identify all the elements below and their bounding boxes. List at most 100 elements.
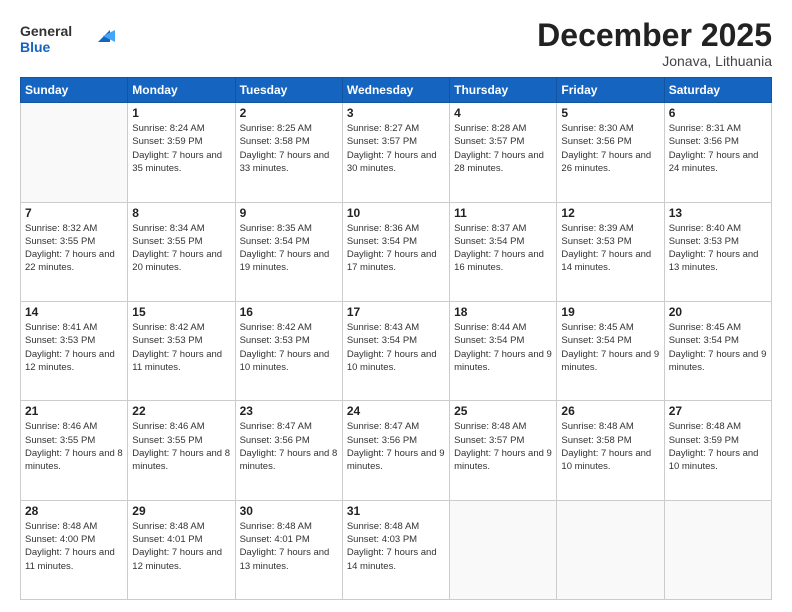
calendar-cell — [664, 500, 771, 599]
day-number: 16 — [240, 305, 338, 319]
cell-sun-info: Sunrise: 8:40 AMSunset: 3:53 PMDaylight:… — [669, 222, 767, 275]
weekday-header-thursday: Thursday — [450, 78, 557, 103]
calendar-cell: 19Sunrise: 8:45 AMSunset: 3:54 PMDayligh… — [557, 301, 664, 400]
cell-sun-info: Sunrise: 8:48 AMSunset: 3:59 PMDaylight:… — [669, 420, 767, 473]
weekday-header-sunday: Sunday — [21, 78, 128, 103]
cell-sun-info: Sunrise: 8:42 AMSunset: 3:53 PMDaylight:… — [240, 321, 338, 374]
day-number: 19 — [561, 305, 659, 319]
svg-text:General: General — [20, 23, 72, 39]
calendar-cell — [21, 103, 128, 202]
cell-sun-info: Sunrise: 8:47 AMSunset: 3:56 PMDaylight:… — [347, 420, 445, 473]
day-number: 31 — [347, 504, 445, 518]
cell-sun-info: Sunrise: 8:42 AMSunset: 3:53 PMDaylight:… — [132, 321, 230, 374]
calendar-cell: 13Sunrise: 8:40 AMSunset: 3:53 PMDayligh… — [664, 202, 771, 301]
calendar-cell: 6 Sunrise: 8:31 AMSunset: 3:56 PMDaylight… — [664, 103, 771, 202]
weekday-header-wednesday: Wednesday — [342, 78, 449, 103]
cell-sun-info: Sunrise: 8:39 AMSunset: 3:53 PMDaylight:… — [561, 222, 659, 275]
calendar-cell: 25Sunrise: 8:48 AMSunset: 3:57 PMDayligh… — [450, 401, 557, 500]
day-number: 23 — [240, 404, 338, 418]
calendar-cell: 28 Sunrise: 8:48 AMSunset: 4:00 PMDayligh… — [21, 500, 128, 599]
calendar-table: SundayMondayTuesdayWednesdayThursdayFrid… — [20, 77, 772, 600]
day-number: 22 — [132, 404, 230, 418]
cell-sun-info: Sunrise: 8:46 AMSunset: 3:55 PMDaylight:… — [25, 420, 123, 473]
cell-sun-info: Sunrise: 8:44 AMSunset: 3:54 PMDaylight:… — [454, 321, 552, 374]
calendar-cell: 3 Sunrise: 8:27 AMSunset: 3:57 PMDaylight… — [342, 103, 449, 202]
cell-sun-info: Sunrise: 8:25 AMSunset: 3:58 PMDaylight:… — [240, 122, 338, 175]
calendar-cell: 11 Sunrise: 8:37 AMSunset: 3:54 PMDayligh… — [450, 202, 557, 301]
cell-sun-info: Sunrise: 8:37 AMSunset: 3:54 PMDaylight:… — [454, 222, 552, 275]
calendar-cell — [557, 500, 664, 599]
calendar-cell: 31 Sunrise: 8:48 AMSunset: 4:03 PMDayligh… — [342, 500, 449, 599]
calendar-cell: 23Sunrise: 8:47 AMSunset: 3:56 PMDayligh… — [235, 401, 342, 500]
cell-sun-info: Sunrise: 8:28 AMSunset: 3:57 PMDaylight:… — [454, 122, 552, 175]
calendar-cell: 9Sunrise: 8:35 AMSunset: 3:54 PMDaylight… — [235, 202, 342, 301]
calendar-cell: 18 Sunrise: 8:44 AMSunset: 3:54 PMDayligh… — [450, 301, 557, 400]
day-number: 17 — [347, 305, 445, 319]
cell-sun-info: Sunrise: 8:48 AMSunset: 4:00 PMDaylight:… — [25, 520, 123, 573]
calendar-cell: 7 Sunrise: 8:32 AMSunset: 3:55 PMDaylight… — [21, 202, 128, 301]
cell-sun-info: Sunrise: 8:41 AMSunset: 3:53 PMDaylight:… — [25, 321, 123, 374]
cell-sun-info: Sunrise: 8:24 AMSunset: 3:59 PMDaylight:… — [132, 122, 230, 175]
weekday-header-monday: Monday — [128, 78, 235, 103]
calendar-cell: 15 Sunrise: 8:42 AMSunset: 3:53 PMDayligh… — [128, 301, 235, 400]
day-number: 7 — [25, 206, 123, 220]
cell-sun-info: Sunrise: 8:48 AMSunset: 3:58 PMDaylight:… — [561, 420, 659, 473]
calendar-cell: 21 Sunrise: 8:46 AMSunset: 3:55 PMDayligh… — [21, 401, 128, 500]
cell-sun-info: Sunrise: 8:48 AMSunset: 4:01 PMDaylight:… — [240, 520, 338, 573]
calendar-cell: 30Sunrise: 8:48 AMSunset: 4:01 PMDayligh… — [235, 500, 342, 599]
calendar-cell: 20 Sunrise: 8:45 AMSunset: 3:54 PMDayligh… — [664, 301, 771, 400]
cell-sun-info: Sunrise: 8:43 AMSunset: 3:54 PMDaylight:… — [347, 321, 445, 374]
calendar-cell: 17 Sunrise: 8:43 AMSunset: 3:54 PMDayligh… — [342, 301, 449, 400]
weekday-header-tuesday: Tuesday — [235, 78, 342, 103]
day-number: 28 — [25, 504, 123, 518]
calendar-cell: 2 Sunrise: 8:25 AMSunset: 3:58 PMDaylight… — [235, 103, 342, 202]
calendar-cell: 27Sunrise: 8:48 AMSunset: 3:59 PMDayligh… — [664, 401, 771, 500]
day-number: 1 — [132, 106, 230, 120]
page: General Blue December 2025 Jonava, Lithu… — [0, 0, 792, 612]
cell-sun-info: Sunrise: 8:30 AMSunset: 3:56 PMDaylight:… — [561, 122, 659, 175]
calendar-cell: 24 Sunrise: 8:47 AMSunset: 3:56 PMDayligh… — [342, 401, 449, 500]
calendar-cell — [450, 500, 557, 599]
calendar-cell: 4Sunrise: 8:28 AMSunset: 3:57 PMDaylight… — [450, 103, 557, 202]
calendar-cell: 14 Sunrise: 8:41 AMSunset: 3:53 PMDayligh… — [21, 301, 128, 400]
day-number: 20 — [669, 305, 767, 319]
calendar-cell: 1 Sunrise: 8:24 AMSunset: 3:59 PMDaylight… — [128, 103, 235, 202]
weekday-header-friday: Friday — [557, 78, 664, 103]
week-row-0: 1 Sunrise: 8:24 AMSunset: 3:59 PMDaylight… — [21, 103, 772, 202]
day-number: 24 — [347, 404, 445, 418]
day-number: 26 — [561, 404, 659, 418]
calendar-cell: 5Sunrise: 8:30 AMSunset: 3:56 PMDaylight… — [557, 103, 664, 202]
day-number: 6 — [669, 106, 767, 120]
day-number: 3 — [347, 106, 445, 120]
weekday-header-row: SundayMondayTuesdayWednesdayThursdayFrid… — [21, 78, 772, 103]
calendar-cell: 12Sunrise: 8:39 AMSunset: 3:53 PMDayligh… — [557, 202, 664, 301]
day-number: 21 — [25, 404, 123, 418]
month-title: December 2025 — [537, 18, 772, 53]
day-number: 10 — [347, 206, 445, 220]
week-row-1: 7 Sunrise: 8:32 AMSunset: 3:55 PMDaylight… — [21, 202, 772, 301]
week-row-4: 28 Sunrise: 8:48 AMSunset: 4:00 PMDayligh… — [21, 500, 772, 599]
cell-sun-info: Sunrise: 8:27 AMSunset: 3:57 PMDaylight:… — [347, 122, 445, 175]
cell-sun-info: Sunrise: 8:36 AMSunset: 3:54 PMDaylight:… — [347, 222, 445, 275]
day-number: 2 — [240, 106, 338, 120]
logo: General Blue — [20, 18, 120, 63]
cell-sun-info: Sunrise: 8:48 AMSunset: 4:03 PMDaylight:… — [347, 520, 445, 573]
day-number: 18 — [454, 305, 552, 319]
day-number: 11 — [454, 206, 552, 220]
cell-sun-info: Sunrise: 8:31 AMSunset: 3:56 PMDaylight:… — [669, 122, 767, 175]
week-row-3: 21 Sunrise: 8:46 AMSunset: 3:55 PMDayligh… — [21, 401, 772, 500]
cell-sun-info: Sunrise: 8:32 AMSunset: 3:55 PMDaylight:… — [25, 222, 123, 275]
calendar-cell: 22Sunrise: 8:46 AMSunset: 3:55 PMDayligh… — [128, 401, 235, 500]
day-number: 29 — [132, 504, 230, 518]
cell-sun-info: Sunrise: 8:48 AMSunset: 4:01 PMDaylight:… — [132, 520, 230, 573]
cell-sun-info: Sunrise: 8:45 AMSunset: 3:54 PMDaylight:… — [669, 321, 767, 374]
header: General Blue December 2025 Jonava, Lithu… — [20, 18, 772, 69]
day-number: 14 — [25, 305, 123, 319]
calendar-cell: 16 Sunrise: 8:42 AMSunset: 3:53 PMDayligh… — [235, 301, 342, 400]
day-number: 15 — [132, 305, 230, 319]
cell-sun-info: Sunrise: 8:35 AMSunset: 3:54 PMDaylight:… — [240, 222, 338, 275]
title-block: December 2025 Jonava, Lithuania — [537, 18, 772, 69]
week-row-2: 14 Sunrise: 8:41 AMSunset: 3:53 PMDayligh… — [21, 301, 772, 400]
calendar-cell: 8Sunrise: 8:34 AMSunset: 3:55 PMDaylight… — [128, 202, 235, 301]
cell-sun-info: Sunrise: 8:48 AMSunset: 3:57 PMDaylight:… — [454, 420, 552, 473]
